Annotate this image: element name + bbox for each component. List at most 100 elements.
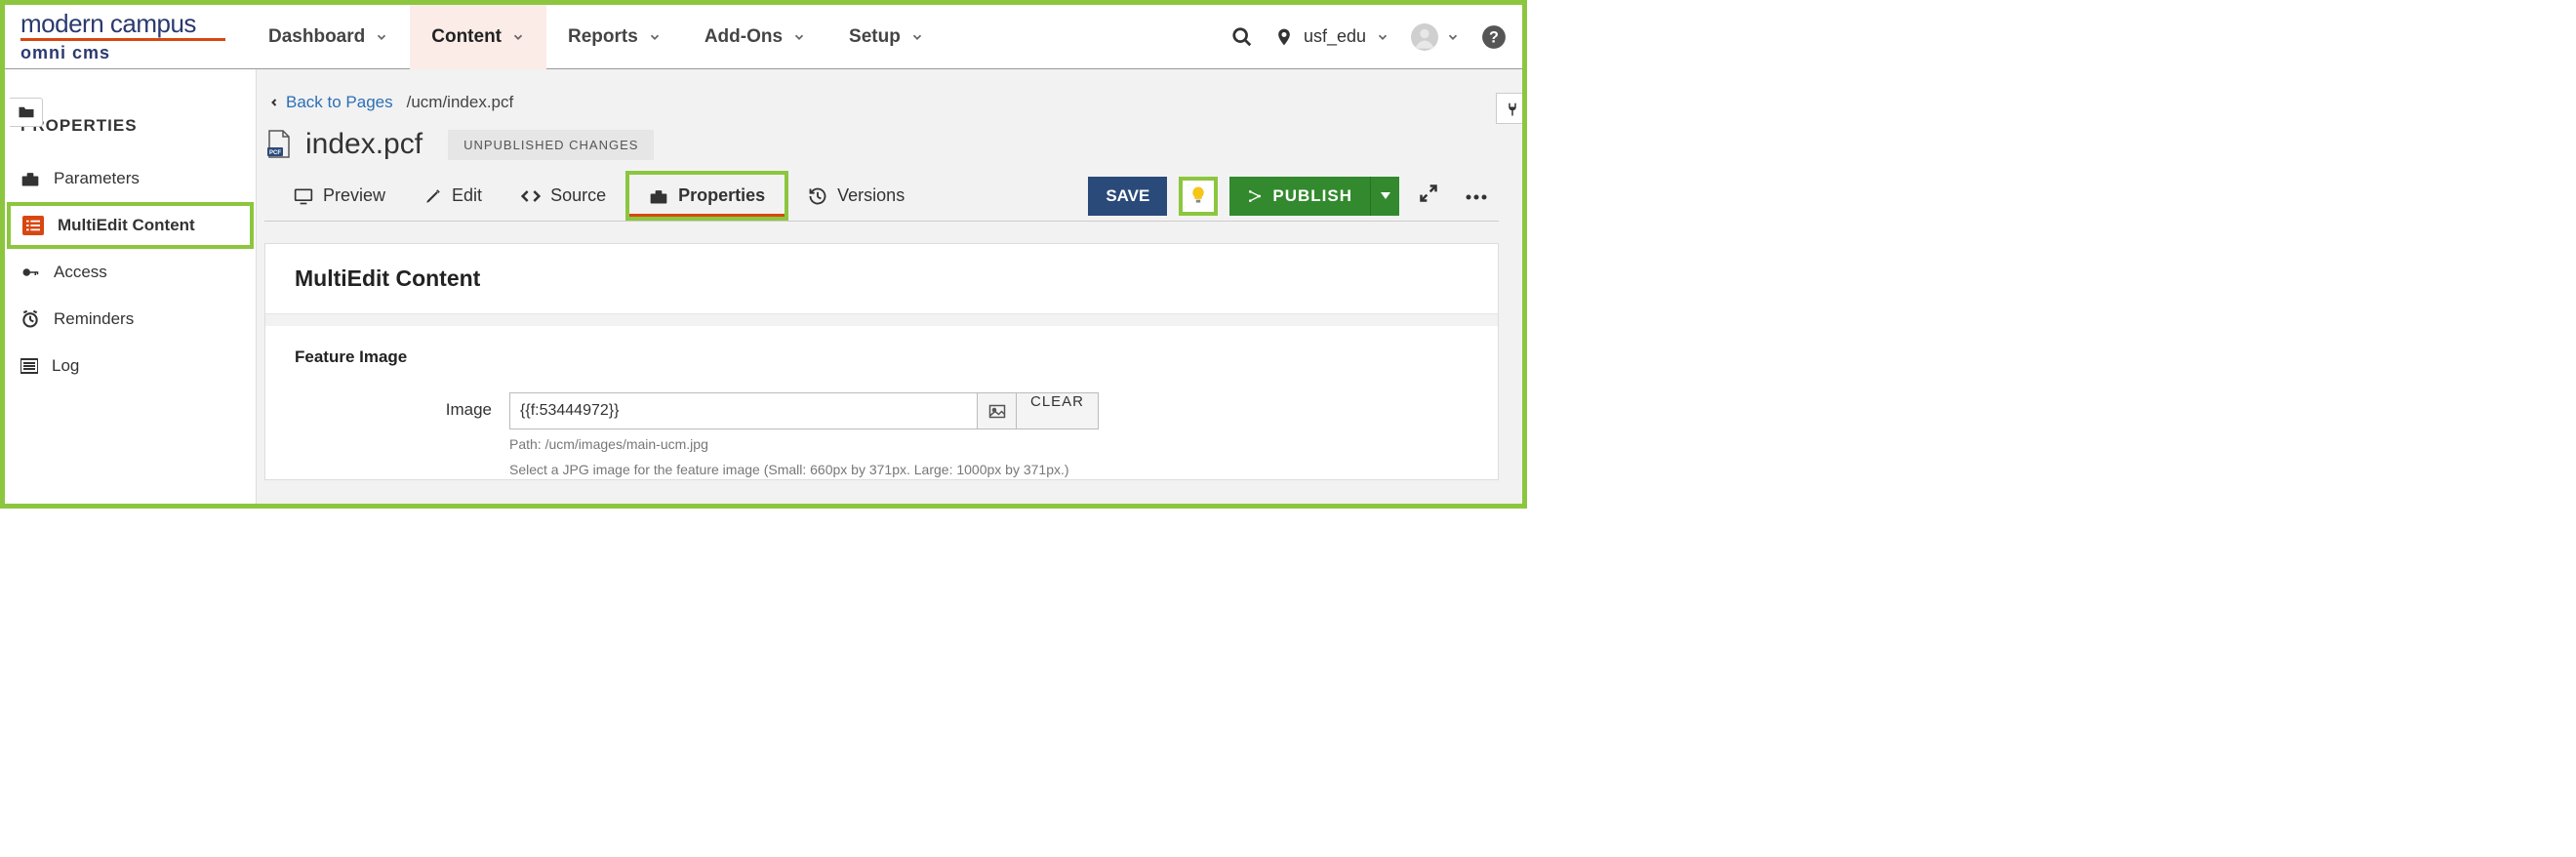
tab-versions[interactable]: Versions	[788, 171, 924, 221]
folder-icon	[18, 105, 35, 119]
content-panel: MultiEdit Content Feature Image Image CL…	[264, 243, 1499, 480]
topbar-right: usf_edu ?	[1231, 23, 1507, 51]
nav-reports[interactable]: Reports	[546, 5, 683, 69]
site-dropdown[interactable]: usf_edu	[1274, 26, 1389, 48]
toolbox-icon	[20, 170, 40, 187]
key-icon	[20, 264, 40, 281]
breadcrumb: Back to Pages /ucm/index.pcf	[264, 85, 1499, 128]
image-icon	[988, 404, 1006, 419]
field-row-image: Image CLEAR Path: /ucm/images/main-ucm.j…	[295, 392, 1469, 479]
help-icon: ?	[1481, 24, 1507, 50]
monitor-icon	[294, 187, 313, 205]
avatar-icon	[1411, 23, 1438, 51]
expand-button[interactable]	[1411, 184, 1446, 208]
panel-title: MultiEdit Content	[265, 244, 1498, 314]
more-button[interactable]	[1458, 187, 1495, 205]
image-picker-button[interactable]	[978, 392, 1017, 429]
list-icon	[26, 220, 40, 231]
tab-label: Edit	[452, 185, 482, 206]
tab-properties[interactable]: Properties	[625, 171, 788, 221]
sidebar-item-label: Log	[52, 356, 79, 376]
nav-dashboard-label: Dashboard	[268, 26, 365, 48]
nav-reports-label: Reports	[568, 26, 638, 48]
nav-setup[interactable]: Setup	[827, 5, 946, 69]
help-path: Path: /ucm/images/main-ucm.jpg	[509, 435, 1099, 455]
toolbox-icon	[649, 187, 668, 205]
chevron-down-icon	[648, 30, 662, 44]
page-title: index.pcf	[305, 128, 423, 161]
logo-top: modern campus	[20, 11, 247, 41]
tab-label: Preview	[323, 185, 385, 206]
search-icon	[1231, 26, 1253, 48]
section-label: Feature Image	[295, 347, 1469, 367]
back-link[interactable]: Back to Pages	[268, 93, 393, 112]
action-bar: SAVE PUBLISH	[1088, 177, 1499, 216]
tab-preview[interactable]: Preview	[274, 171, 405, 221]
chevron-down-icon	[375, 30, 388, 44]
sidebar-item-access[interactable]: Access	[5, 249, 256, 296]
sidebar: PROPERTIES Parameters MultiEdit Content …	[5, 69, 257, 504]
history-icon	[808, 186, 827, 206]
help-button[interactable]: ?	[1481, 24, 1507, 50]
save-button[interactable]: SAVE	[1088, 177, 1167, 216]
file-tree-toggle[interactable]	[10, 98, 43, 127]
image-input[interactable]	[509, 392, 978, 429]
svg-text:PCF: PCF	[269, 150, 281, 156]
chevron-down-icon	[792, 30, 806, 44]
chevron-down-icon	[1446, 30, 1460, 44]
sidebar-item-log[interactable]: Log	[5, 343, 256, 389]
user-menu[interactable]	[1411, 23, 1460, 51]
nav-addons-label: Add-Ons	[704, 26, 783, 48]
tab-label: Properties	[678, 185, 765, 206]
sidebar-item-reminders[interactable]: Reminders	[5, 296, 256, 343]
caret-down-icon	[1381, 192, 1390, 200]
clear-button[interactable]: CLEAR	[1017, 392, 1099, 429]
chevron-down-icon	[511, 30, 525, 44]
list-icon	[20, 358, 38, 374]
page-title-row: PCF index.pcf UNPUBLISHED CHANGES	[264, 128, 1499, 161]
nav-items: Dashboard Content Reports Add-Ons Setup	[247, 5, 946, 69]
sidebar-item-parameters[interactable]: Parameters	[5, 155, 256, 202]
nav-content[interactable]: Content	[410, 5, 546, 69]
nav-dashboard[interactable]: Dashboard	[247, 5, 410, 69]
back-label: Back to Pages	[286, 93, 393, 112]
sidebar-item-multiedit[interactable]: MultiEdit Content	[7, 202, 254, 249]
pencil-icon	[424, 187, 442, 205]
nav-addons[interactable]: Add-Ons	[683, 5, 827, 69]
site-name: usf_edu	[1304, 26, 1366, 47]
publish-group: PUBLISH	[1229, 177, 1399, 216]
pcf-file-icon: PCF	[266, 130, 292, 159]
expand-icon	[1419, 184, 1438, 203]
chevron-down-icon	[1376, 30, 1389, 44]
pin-icon	[1274, 26, 1294, 48]
sidebar-item-label: Parameters	[54, 169, 140, 188]
main-area: Back to Pages /ucm/index.pcf PCF index.p…	[257, 69, 1522, 504]
tab-label: Source	[550, 185, 606, 206]
tabs: Preview Edit Source Properties Versions …	[264, 171, 1499, 222]
code-icon	[521, 188, 541, 204]
lightbulb-button[interactable]	[1179, 177, 1218, 216]
publish-dropdown[interactable]	[1370, 177, 1399, 216]
clock-icon	[20, 309, 40, 329]
tab-edit[interactable]: Edit	[405, 171, 502, 221]
search-button[interactable]	[1231, 26, 1253, 48]
logo: modern campus omni cms	[20, 11, 247, 63]
gadgets-toggle[interactable]	[1496, 93, 1522, 124]
logo-sub: omni cms	[20, 43, 247, 63]
tab-source[interactable]: Source	[502, 171, 625, 221]
sidebar-item-label: Access	[54, 263, 107, 282]
sidebar-item-label: MultiEdit Content	[58, 216, 195, 235]
lightbulb-icon	[1189, 185, 1207, 207]
svg-text:?: ?	[1489, 28, 1499, 46]
help-hint: Select a JPG image for the feature image…	[509, 461, 1099, 480]
chevron-left-icon	[268, 95, 280, 110]
top-nav: modern campus omni cms Dashboard Content…	[5, 5, 1522, 69]
publish-button[interactable]: PUBLISH	[1229, 177, 1370, 216]
plug-icon	[1504, 100, 1521, 117]
breadcrumb-path: /ucm/index.pcf	[407, 93, 514, 112]
divider	[265, 314, 1498, 326]
sidebar-item-label: Reminders	[54, 309, 134, 329]
status-badge: UNPUBLISHED CHANGES	[448, 130, 654, 160]
nav-content-label: Content	[431, 26, 502, 48]
publish-icon	[1247, 188, 1263, 204]
